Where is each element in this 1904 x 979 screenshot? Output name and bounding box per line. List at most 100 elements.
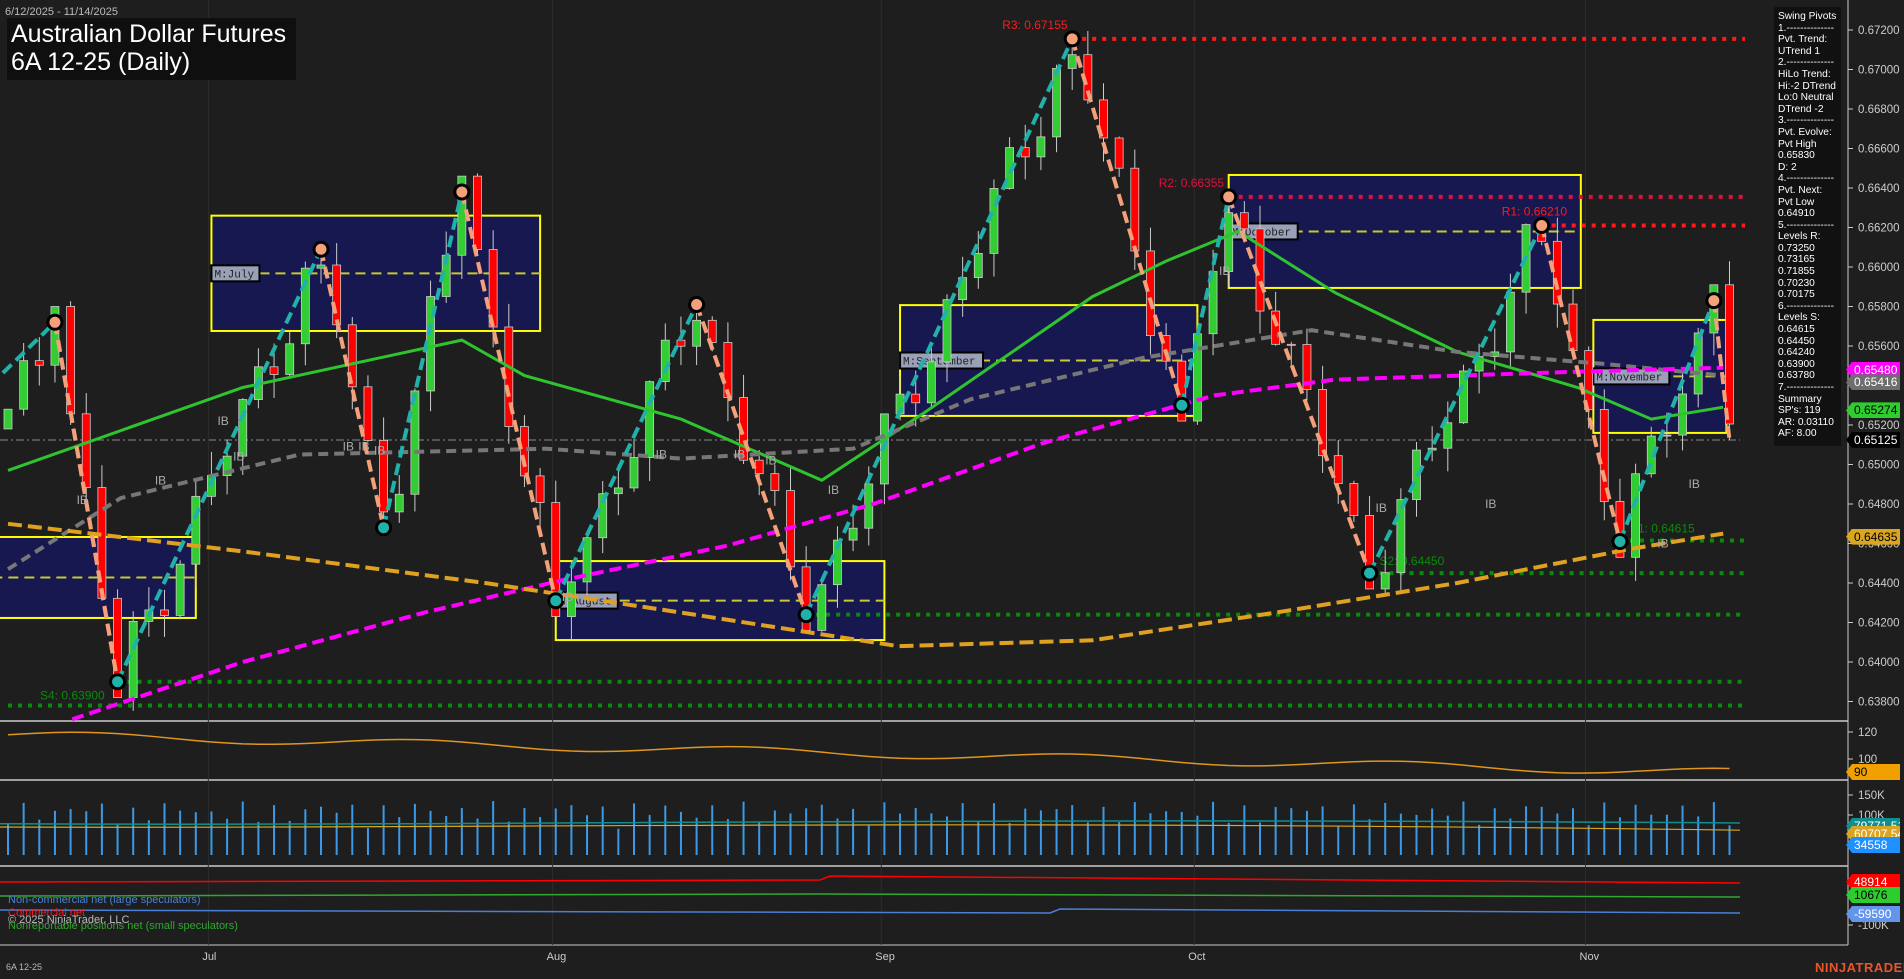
- y-tick-label: 0.66400: [1858, 183, 1900, 195]
- candle: [1302, 328, 1312, 401]
- y-tick-label: 0.65000: [1858, 460, 1900, 472]
- info-line: 7.--------------: [1778, 382, 1834, 393]
- candle: [394, 474, 404, 523]
- info-line: Pvt. Evolve:: [1778, 126, 1832, 138]
- y-tick-label: 0.64200: [1858, 618, 1900, 630]
- candle-down: [160, 609, 169, 616]
- info-line: Levels S:: [1778, 312, 1820, 324]
- info-line: Pvt High: [1778, 138, 1817, 150]
- cot-tag: -59590: [1846, 906, 1900, 922]
- candle-down: [1286, 343, 1296, 346]
- pivot-high-marker: [453, 183, 471, 201]
- pivot-low-marker: [547, 592, 565, 610]
- y-tick-label: 0.64000: [1858, 657, 1900, 669]
- swing-pivots-panel: Swing Pivots 1.-------------- Pvt. Trend: U…: [1774, 7, 1841, 446]
- y-tick-label: 0.67000: [1858, 65, 1900, 77]
- candle-up: [191, 495, 201, 565]
- y-tick-label: 0.66600: [1858, 144, 1900, 156]
- price-chart[interactable]: 0.67200 0.67000 0.66800 0.66600 0.66400 0.662…: [0, 0, 1904, 979]
- info-line: 0.64615: [1778, 324, 1815, 336]
- candle-down: [1146, 250, 1155, 337]
- level-label: R3: 0.67155: [1002, 18, 1068, 32]
- ib-label: IB: [734, 448, 745, 462]
- candle-down: [363, 386, 373, 441]
- price-tag: 0.65125: [1846, 431, 1900, 448]
- candle-up: [1036, 136, 1046, 158]
- pivot-low-marker: [1361, 564, 1379, 582]
- candle-down: [1333, 455, 1343, 484]
- price-tag: 0.64635: [1846, 528, 1900, 545]
- price-tag: 0.65274: [1846, 402, 1900, 419]
- candle: [473, 173, 482, 256]
- title-instrument: Australian Dollar Futures: [11, 20, 287, 48]
- info-line: 2.--------------: [1778, 57, 1834, 69]
- candle-up: [1693, 332, 1703, 395]
- candle-down: [1349, 483, 1359, 516]
- ib-label: IB: [1376, 501, 1387, 515]
- x-tick-label: Sep: [875, 951, 895, 963]
- ib-label: IB: [233, 450, 244, 464]
- legend-nonreportable: Nonreportable positions net (small specu…: [8, 920, 238, 932]
- info-line: 0.63900: [1778, 358, 1815, 370]
- pivot-high-marker: [1063, 30, 1081, 48]
- info-line: 0.73165: [1778, 254, 1815, 266]
- pivot-low-marker: [375, 519, 393, 537]
- info-line: 0.64240: [1778, 347, 1815, 359]
- candle-up: [1443, 422, 1453, 449]
- candle-up: [848, 527, 858, 541]
- info-line: Hi:-2 DTrend: [1778, 80, 1836, 92]
- candle: [629, 438, 639, 492]
- candle: [285, 331, 295, 379]
- pivot-high-marker: [1705, 292, 1723, 310]
- y-tick-label: 0.67200: [1858, 25, 1900, 37]
- candle-up: [1396, 499, 1406, 574]
- candle-down: [473, 175, 482, 250]
- info-line: AR: 0.03110: [1778, 416, 1834, 428]
- candle-up: [1052, 68, 1061, 138]
- candle: [1114, 136, 1124, 177]
- info-line: DTrend -2: [1778, 103, 1824, 115]
- candle-up: [1506, 291, 1515, 353]
- ib-label: IB: [77, 493, 88, 507]
- candle: [973, 231, 983, 289]
- info-line: 0.65830: [1778, 150, 1815, 162]
- volume-tick-label: 150K: [1858, 790, 1885, 802]
- ib-label: IB: [155, 473, 166, 487]
- y-tick-label: 0.65600: [1858, 341, 1900, 353]
- candle-up: [942, 299, 952, 363]
- ib-label: IB: [217, 414, 228, 428]
- candle-up: [926, 361, 936, 404]
- y-tick-label: 0.65800: [1858, 302, 1900, 314]
- chart-title: Australian Dollar Futures 6A 12-25 (Dail…: [7, 18, 297, 80]
- y-tick-label: 0.66800: [1858, 104, 1900, 116]
- candle: [1474, 343, 1484, 394]
- level-label: S4: 0.63900: [40, 689, 105, 703]
- candle: [613, 464, 623, 516]
- candle: [1208, 249, 1218, 356]
- candle-up: [864, 483, 874, 529]
- info-line: 6.--------------: [1778, 300, 1834, 312]
- y-tick-label: 0.63800: [1858, 697, 1900, 709]
- ib-label: IB: [1219, 264, 1230, 278]
- x-tick-label: Oct: [1188, 951, 1205, 963]
- ib-label: IB: [828, 483, 839, 497]
- y-tick-label: 0.66000: [1858, 262, 1900, 274]
- title-contract: 6A 12-25 (Daily): [11, 48, 191, 76]
- candle: [363, 375, 373, 442]
- y-tick-label: 0.65200: [1858, 420, 1900, 432]
- pivot-high-marker: [312, 240, 330, 258]
- info-line: 5.--------------: [1778, 219, 1834, 231]
- candle-up: [1224, 212, 1234, 272]
- x-tick-label: Nov: [1580, 951, 1600, 963]
- ib-label: IB: [343, 440, 354, 454]
- candle: [34, 337, 44, 386]
- candle-down: [1318, 389, 1327, 457]
- cot-tag: 10676: [1846, 887, 1900, 903]
- candle-up: [238, 399, 248, 457]
- info-line: Pvt Low: [1778, 196, 1815, 208]
- candle-up: [613, 487, 623, 495]
- info-line: 0.73250: [1778, 242, 1815, 254]
- info-line: D: 2: [1778, 161, 1797, 173]
- info-line: Pvt. Trend:: [1778, 34, 1828, 46]
- pivot-high-marker: [46, 313, 64, 331]
